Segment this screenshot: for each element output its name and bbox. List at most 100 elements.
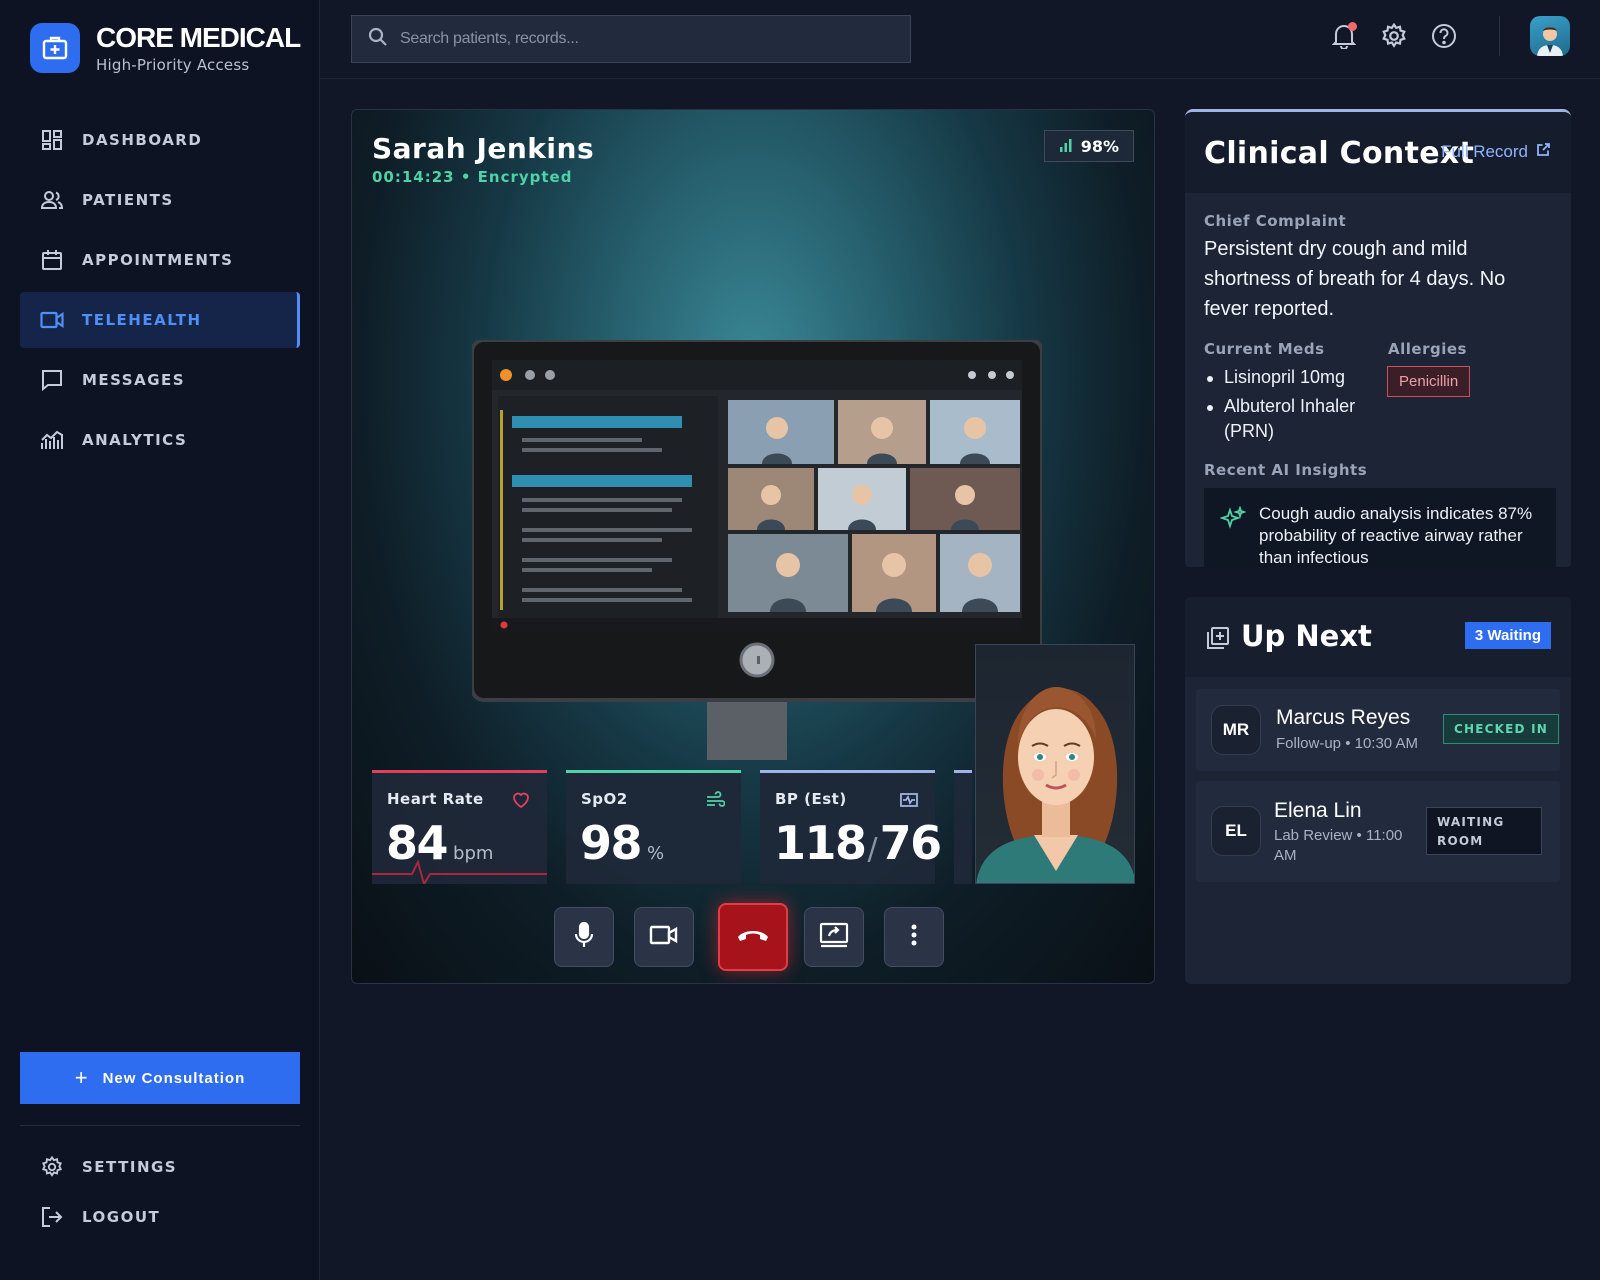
vital-spo2: SpO2 98% [566,770,741,884]
clinical-context-panel: Clinical Context Full Record Chief Compl… [1185,109,1571,567]
vital-label: BP (Est) [775,790,847,808]
heart-icon [511,790,531,810]
clinical-context-header: Clinical Context Full Record [1185,112,1571,193]
call-controls [352,897,1154,971]
sidebar-item-logout[interactable]: LOGOUT [20,1192,300,1242]
sidebar-item-settings[interactable]: SETTINGS [20,1142,300,1192]
sidebar-bottom-nav: SETTINGS LOGOUT [20,1142,300,1242]
ai-insights-label: Recent AI Insights [1204,461,1368,479]
sidebar-item-label: DASHBOARD [82,131,203,149]
video-call-panel: Sarah Jenkins 00:14:23 • Encrypted 98% H… [351,109,1155,984]
call-status: 00:14:23 • Encrypted [372,168,573,186]
queue-icon [1206,626,1230,654]
end-call-icon [736,927,770,947]
avatar[interactable] [1530,16,1570,56]
search-icon [368,27,388,51]
full-record-label: Full Record [1441,142,1528,161]
vital-value: 98% [580,816,665,870]
list-item: Lisinopril 10mg [1204,365,1374,390]
clinical-context-title: Clinical Context [1204,136,1475,171]
full-record-link[interactable]: Full Record [1441,142,1551,162]
gear-icon [40,1155,64,1179]
plus-icon: + [74,1065,89,1090]
patient-name: Sarah Jenkins [372,132,595,165]
heartbeat-line [372,859,547,884]
analytics-icon [40,428,64,452]
new-consultation-label: New Consultation [102,1069,246,1087]
logout-icon [40,1205,64,1229]
queue-item-elena-lin[interactable]: EL Elena Lin Lab Review • 11:00 AM WAITI… [1196,781,1560,882]
sidebar-item-patients[interactable]: PATIENTS [20,172,300,228]
sidebar-item-label: MESSAGES [82,371,186,389]
microphone-button[interactable] [554,907,614,967]
screen-share-button[interactable] [804,907,864,967]
sidebar-item-dashboard[interactable]: DASHBOARD [20,112,300,168]
ai-insight-text: Cough audio analysis indicates 87% proba… [1259,504,1533,567]
external-link-icon [1536,142,1551,162]
patients-icon [40,188,64,212]
vital-value: 118/76 [774,816,942,870]
medical-kit-icon [30,23,80,73]
sidebar-item-telehealth[interactable]: TELEHEALTH [20,292,300,348]
patient-initials-avatar: MR [1211,705,1261,755]
sidebar-item-appointments[interactable]: APPOINTMENTS [20,232,300,288]
camera-button[interactable] [634,907,694,967]
waiting-count-badge: 3 Waiting [1464,622,1551,649]
ai-insight-card: Cough audio analysis indicates 87% proba… [1204,488,1556,567]
camera-icon [649,924,679,950]
chief-complaint-label: Chief Complaint [1204,212,1347,230]
current-meds-label: Current Meds [1204,340,1325,358]
notification-dot [1348,22,1357,31]
patient-initials-avatar: EL [1211,806,1261,856]
sidebar-item-label: PATIENTS [82,191,174,209]
queue-patient-meta: Follow-up • 10:30 AM [1276,735,1418,752]
list-item: Albuterol Inhaler (PRN) [1204,394,1374,444]
search-input[interactable] [400,30,880,48]
bell-icon[interactable] [1329,21,1359,51]
signal-value: 98% [1080,136,1119,156]
video-camera-icon [40,308,64,332]
status-badge: CHECKED IN [1443,714,1559,744]
sparkle-icon [1219,505,1247,536]
vital-partial [954,770,972,884]
up-next-panel: Up Next 3 Waiting MR Marcus Reyes Follow… [1185,597,1571,984]
new-consultation-button[interactable]: + New Consultation [20,1052,300,1104]
more-icon [911,924,917,950]
brand-title: CORE MEDICAL [96,22,301,53]
brand-subtitle: High-Priority Access [96,56,250,74]
topbar-separator [1499,16,1500,56]
sidebar: CORE MEDICAL High-Priority Access DASHBO… [0,0,320,1280]
sidebar-nav: DASHBOARD PATIENTS APPOINTMENTS TELEHEAL… [20,112,300,472]
current-meds-list: Lisinopril 10mg Albuterol Inhaler (PRN) [1204,365,1374,448]
vital-label: Heart Rate [387,790,484,808]
sidebar-item-analytics[interactable]: ANALYTICS [20,412,300,468]
allergy-badge: Penicillin [1387,366,1471,397]
topbar [320,0,1600,79]
self-view-video[interactable] [975,644,1135,884]
vital-heart-rate: Heart Rate 84 bpm [372,770,547,884]
wind-icon [705,790,726,810]
chief-complaint-text: Persistent dry cough and mild shortness … [1204,238,1506,320]
screen-share-icon [819,922,849,952]
queue-patient-meta: Lab Review • 11:00 AM [1274,827,1403,864]
more-options-button[interactable] [884,907,944,967]
queue-item-marcus-reyes[interactable]: MR Marcus Reyes Follow-up • 10:30 AM CHE… [1196,689,1560,771]
sidebar-divider [20,1125,300,1126]
help-icon[interactable] [1429,21,1459,51]
end-call-button[interactable] [718,903,788,971]
up-next-header: Up Next 3 Waiting [1185,597,1571,677]
microphone-icon [573,921,595,953]
search-box[interactable] [351,15,911,63]
up-next-title: Up Next [1241,619,1372,653]
signal-bars-icon [1059,137,1073,156]
status-badge: WAITING ROOM [1426,807,1542,855]
queue-patient-name: Marcus Reyes [1276,706,1411,729]
signal-strength: 98% [1043,130,1134,162]
gear-icon[interactable] [1379,21,1409,51]
queue-patient-name: Elena Lin [1274,799,1362,822]
brand: CORE MEDICAL High-Priority Access [30,22,301,74]
sidebar-item-label: SETTINGS [82,1158,178,1176]
allergies-label: Allergies [1388,340,1467,358]
sidebar-item-messages[interactable]: MESSAGES [20,352,300,408]
vital-blood-pressure: BP (Est) 118/76 [760,770,942,884]
